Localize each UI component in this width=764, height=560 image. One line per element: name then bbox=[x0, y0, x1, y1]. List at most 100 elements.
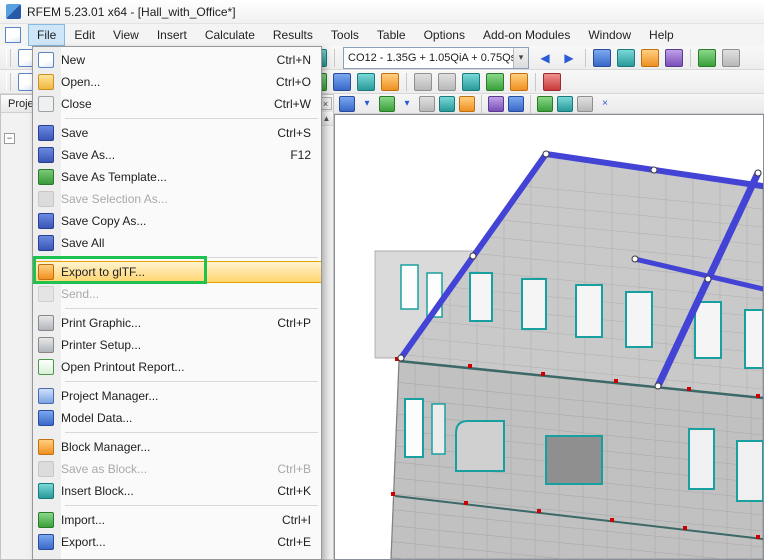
rotate-copy-icon[interactable] bbox=[438, 72, 456, 91]
next-load-case-icon[interactable]: ▶ bbox=[560, 49, 578, 67]
new-opening-icon[interactable] bbox=[381, 72, 399, 91]
rfem-window: RFEM 5.23.01 x64 - [Hall_with_Office*] F… bbox=[0, 0, 764, 560]
menu-item-send[interactable]: Send... bbox=[33, 283, 321, 305]
margins-icon[interactable] bbox=[537, 95, 553, 112]
close-view-icon[interactable]: × bbox=[597, 96, 613, 112]
separator bbox=[406, 72, 407, 91]
menu-item-model-data[interactable]: Model Data... bbox=[33, 407, 321, 429]
menu-item-open-printout-report[interactable]: Open Printout Report... bbox=[33, 356, 321, 378]
menu-item-save-as-template[interactable]: Save As Template... bbox=[33, 166, 321, 188]
insert-block-icon bbox=[38, 483, 54, 499]
menu-item-block-manager[interactable]: Block Manager... bbox=[33, 436, 321, 458]
model-3d-view[interactable] bbox=[335, 115, 763, 559]
separator bbox=[481, 94, 482, 113]
menubar-results[interactable]: Results bbox=[265, 25, 321, 45]
menu-item-save-copy-as[interactable]: Save Copy As... bbox=[33, 210, 321, 232]
send-icon bbox=[38, 286, 54, 302]
menu-bar: File Edit View Insert Calculate Results Tools T… bbox=[0, 24, 764, 47]
snap-icon[interactable] bbox=[439, 95, 455, 112]
toolbar-grip[interactable] bbox=[6, 72, 11, 91]
display-panel-icon[interactable] bbox=[665, 48, 683, 67]
menu-item-save-selection-as[interactable]: Save Selection As... bbox=[33, 188, 321, 210]
separator bbox=[33, 305, 321, 312]
drawing-viewport[interactable] bbox=[334, 114, 764, 560]
menu-item-project-manager[interactable]: Project Manager... bbox=[33, 385, 321, 407]
display-properties-icon[interactable] bbox=[339, 95, 355, 112]
file-menu: New Ctrl+N Open... Ctrl+O Close Ctrl+W S… bbox=[32, 46, 322, 560]
menu-item-export[interactable]: Export... Ctrl+E bbox=[33, 531, 321, 553]
menu-item-save-as[interactable]: Save As... F12 bbox=[33, 144, 321, 166]
load-combination-combo[interactable]: CO12 - 1.35G + 1.05QiA + 0.75Qs + 1.5 ▾ bbox=[343, 46, 529, 69]
render-mode-icon[interactable] bbox=[557, 95, 573, 112]
block-manager-icon bbox=[38, 439, 54, 455]
menubar-options[interactable]: Options bbox=[416, 25, 473, 45]
combo-dropdown-icon[interactable]: ▾ bbox=[513, 47, 528, 68]
export-gltf-icon bbox=[38, 264, 54, 280]
separator bbox=[33, 378, 321, 385]
grid-icon[interactable] bbox=[419, 95, 435, 112]
menu-item-import[interactable]: Import... Ctrl+I bbox=[33, 509, 321, 531]
menubar-edit[interactable]: Edit bbox=[66, 25, 103, 45]
visibilities-icon[interactable] bbox=[488, 95, 504, 112]
zoom-selection-icon[interactable] bbox=[698, 48, 716, 67]
background-icon[interactable] bbox=[577, 95, 593, 112]
new-surface-icon[interactable] bbox=[357, 72, 375, 91]
open-folder-icon bbox=[38, 74, 54, 90]
toolbar-grip[interactable] bbox=[6, 48, 11, 67]
move-copy-icon[interactable] bbox=[414, 72, 432, 91]
help-pointer-icon[interactable] bbox=[722, 48, 740, 67]
project-manager-icon bbox=[38, 388, 54, 404]
printer-setup-icon bbox=[38, 337, 54, 353]
separator bbox=[585, 48, 586, 67]
print-graphic-icon bbox=[38, 315, 54, 331]
window-title: RFEM 5.23.01 x64 - [Hall_with_Office*] bbox=[27, 4, 236, 19]
display-dropdown-icon[interactable]: ▾ bbox=[359, 96, 375, 112]
menubar-view[interactable]: View bbox=[105, 25, 147, 45]
menu-item-new[interactable]: New Ctrl+N bbox=[33, 49, 321, 71]
menu-item-print-graphic[interactable]: Print Graphic... Ctrl+P bbox=[33, 312, 321, 334]
save-as-template-icon bbox=[38, 169, 54, 185]
load-combination-value: CO12 - 1.35G + 1.05QiA + 0.75Qs + 1.5 bbox=[348, 51, 513, 64]
menu-item-save-as-block[interactable]: Save as Block... Ctrl+B bbox=[33, 458, 321, 480]
rfem-app-icon bbox=[6, 4, 21, 19]
mirror-icon[interactable] bbox=[462, 72, 480, 91]
menubar-tools[interactable]: Tools bbox=[323, 25, 367, 45]
save-icon bbox=[38, 125, 54, 141]
save-as-block-icon bbox=[38, 461, 54, 477]
menubar-addon-modules[interactable]: Add-on Modules bbox=[475, 25, 578, 45]
clipping-box-icon[interactable] bbox=[508, 95, 524, 112]
divide-member-icon[interactable] bbox=[486, 72, 504, 91]
menu-item-save[interactable]: Save Ctrl+S bbox=[33, 122, 321, 144]
menu-item-open[interactable]: Open... Ctrl+O bbox=[33, 71, 321, 93]
separator bbox=[33, 254, 321, 261]
work-plane-icon[interactable] bbox=[379, 95, 395, 112]
menubar-file[interactable]: File bbox=[27, 24, 66, 46]
show-results-icon[interactable] bbox=[593, 48, 611, 67]
title-bar: RFEM 5.23.01 x64 - [Hall_with_Office*] bbox=[0, 0, 764, 24]
menubar-table[interactable]: Table bbox=[369, 25, 414, 45]
result-values-icon[interactable] bbox=[617, 48, 635, 67]
separator bbox=[535, 72, 536, 91]
save-selection-as-icon bbox=[38, 191, 54, 207]
separator bbox=[33, 115, 321, 122]
menubar-window[interactable]: Window bbox=[580, 25, 639, 45]
menu-item-save-all[interactable]: Save All bbox=[33, 232, 321, 254]
new-member-icon[interactable] bbox=[333, 72, 351, 91]
menu-item-export-to-gltf[interactable]: Export to glTF... bbox=[33, 261, 321, 283]
tree-expander-icon[interactable]: − bbox=[4, 133, 15, 144]
separator bbox=[334, 48, 335, 67]
previous-load-case-icon[interactable]: ◀ bbox=[536, 49, 554, 67]
coordinate-system-icon[interactable] bbox=[641, 48, 659, 67]
delete-icon[interactable] bbox=[543, 72, 561, 91]
menu-item-close[interactable]: Close Ctrl+W bbox=[33, 93, 321, 115]
menubar-help[interactable]: Help bbox=[641, 25, 682, 45]
menubar-calculate[interactable]: Calculate bbox=[197, 25, 263, 45]
menu-item-insert-block[interactable]: Insert Block... Ctrl+K bbox=[33, 480, 321, 502]
printout-report-icon bbox=[38, 359, 54, 375]
menubar-insert[interactable]: Insert bbox=[149, 25, 195, 45]
main-toolbar-right-icons: ◀ ▶ bbox=[533, 48, 743, 67]
menu-item-printer-setup[interactable]: Printer Setup... bbox=[33, 334, 321, 356]
guidelines-icon[interactable] bbox=[459, 95, 475, 112]
work-plane-dropdown-icon[interactable]: ▾ bbox=[399, 96, 415, 112]
connect-members-icon[interactable] bbox=[510, 72, 528, 91]
